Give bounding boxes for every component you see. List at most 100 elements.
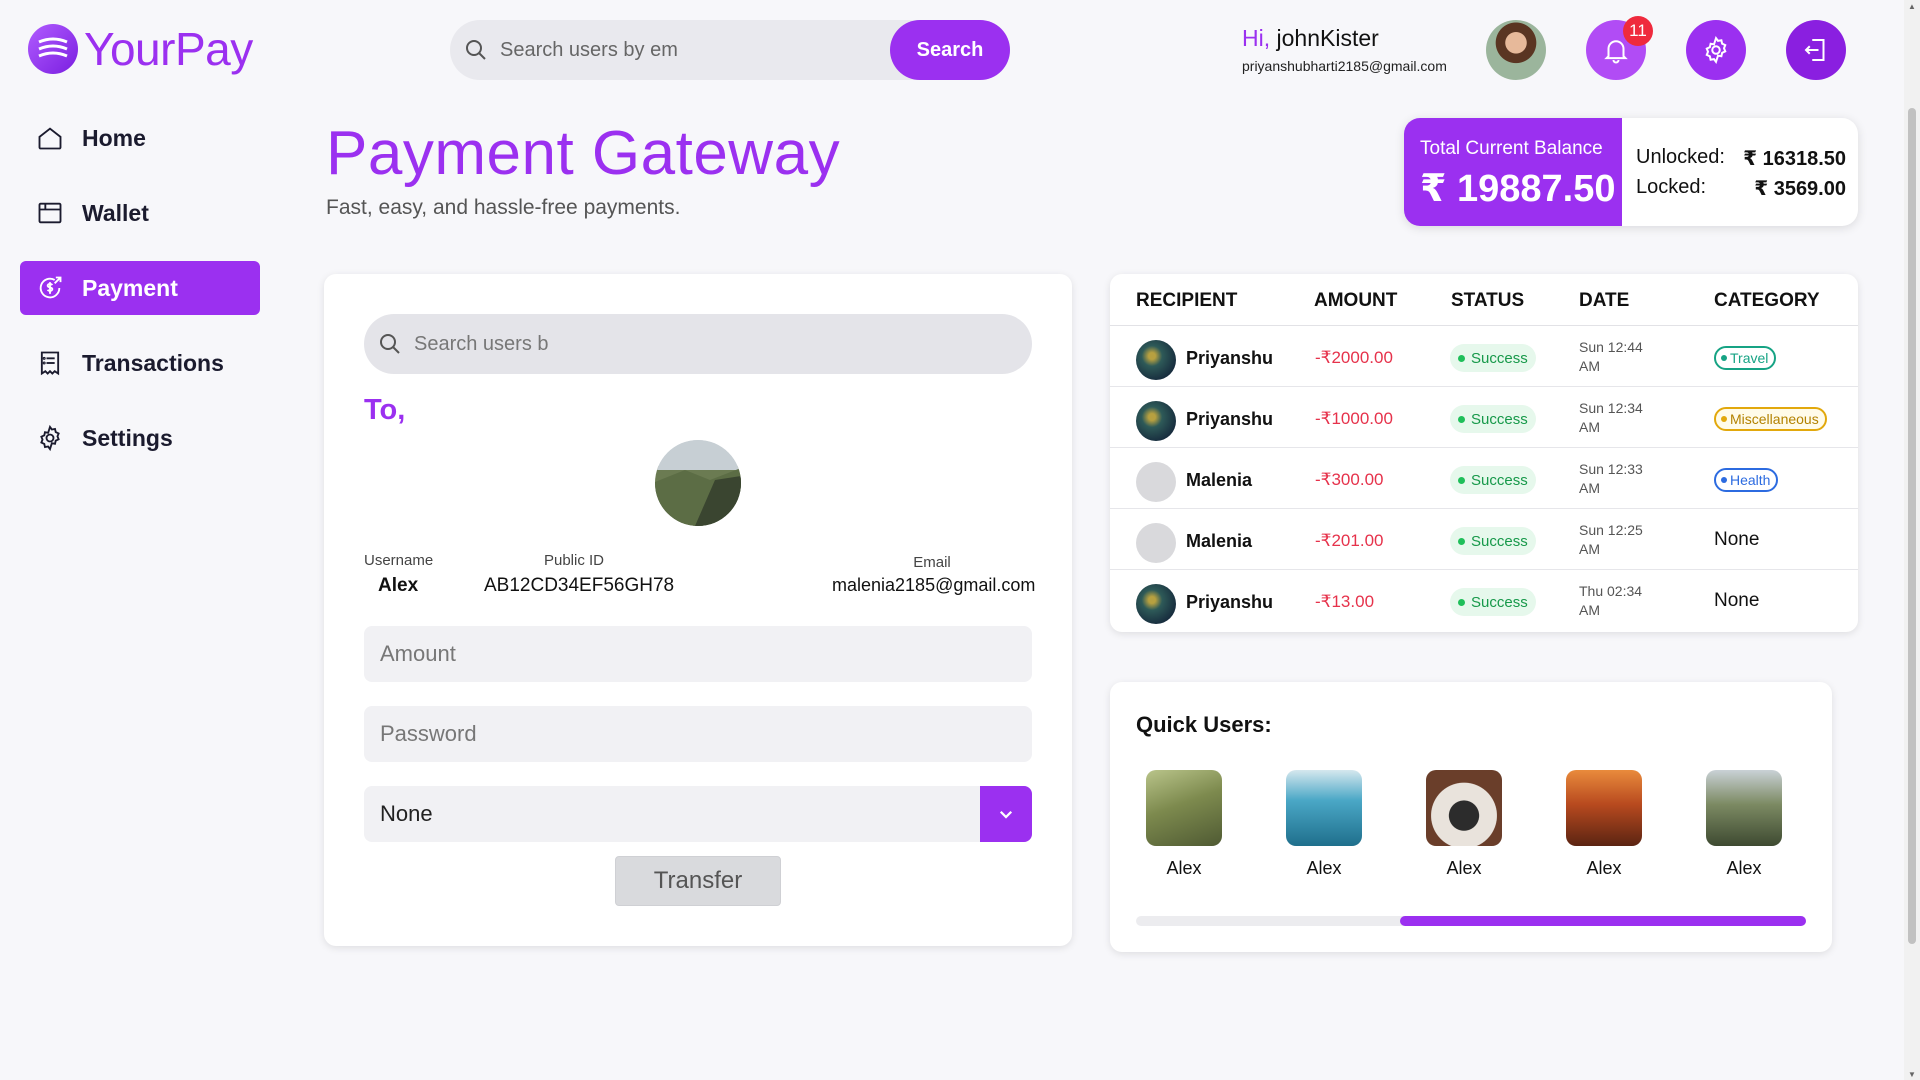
table-row[interactable]: Priyanshu -₹1000.00 Success Sun 12:34 AM… <box>1110 387 1858 448</box>
status-badge: Success <box>1450 344 1536 372</box>
app-logo[interactable]: YourPay <box>28 22 253 76</box>
amount: -₹201.00 <box>1315 531 1384 550</box>
status-badge: Success <box>1450 527 1536 555</box>
category-select[interactable]: None <box>364 786 1032 842</box>
recipient-name: Malenia <box>1186 531 1253 551</box>
username-value: Alex <box>378 575 419 596</box>
status-dot-icon <box>1458 354 1465 362</box>
quick-user-avatar <box>1566 770 1642 846</box>
quick-user[interactable]: Alex <box>1426 770 1502 879</box>
logout-icon <box>1801 35 1831 65</box>
category-badge: Health <box>1714 468 1779 492</box>
date: Sun 12:34 AM <box>1579 400 1643 435</box>
home-icon <box>36 124 64 152</box>
category-text: Health <box>1730 472 1771 488</box>
receipt-icon <box>36 349 64 377</box>
sidebar-item-label: Payment <box>82 274 178 301</box>
amount: -₹13.00 <box>1315 592 1375 611</box>
logout-button[interactable] <box>1786 20 1846 80</box>
public-id-label: Public ID <box>543 552 605 569</box>
search-button[interactable]: Search <box>890 20 1010 80</box>
search-icon <box>378 332 402 356</box>
transfer-button[interactable]: Transfer <box>615 856 781 906</box>
quick-user-name: Alex <box>1166 858 1202 878</box>
user-email: priyanshubharti2185@gmail.com <box>1242 58 1447 74</box>
quick-user-avatar <box>1706 770 1782 846</box>
status-text: Success <box>1471 593 1528 611</box>
table-row[interactable]: Malenia -₹201.00 Success Sun 12:25 AM No… <box>1110 509 1858 570</box>
column-header-date: DATE <box>1579 290 1630 311</box>
date: Sun 12:44 AM <box>1579 339 1643 374</box>
category-text: None <box>1714 590 1760 611</box>
settings-button[interactable] <box>1686 20 1746 80</box>
quick-user-name: Alex <box>1306 858 1342 878</box>
email-label: Email <box>913 554 951 571</box>
scroll-down-icon[interactable]: ▼ <box>1908 1070 1916 1079</box>
recipient-avatar <box>1136 584 1176 624</box>
amount-field[interactable] <box>364 626 1032 682</box>
public-id-info: Public ID AB12CD34EF56GH78 <box>484 552 675 597</box>
password-field[interactable] <box>364 706 1032 762</box>
category-dropdown-button[interactable] <box>980 786 1032 842</box>
gear-icon <box>1701 35 1731 65</box>
sidebar-item-payment[interactable]: Payment <box>20 261 260 315</box>
sidebar-item-label: Wallet <box>82 199 149 226</box>
username-info: Username Alex <box>364 552 434 597</box>
quick-user-name: Alex <box>1726 858 1762 878</box>
quick-users-scrollbar[interactable] <box>1136 916 1806 926</box>
table-row[interactable]: Priyanshu -₹2000.00 Success Sun 12:44 AM… <box>1110 326 1858 387</box>
sidebar-item-label: Transactions <box>82 349 224 376</box>
status-badge: Success <box>1450 466 1536 494</box>
table-row[interactable]: Priyanshu -₹13.00 Success Thu 02:34 AM N… <box>1110 570 1858 631</box>
quick-user-name: Alex <box>1446 858 1482 878</box>
public-id-value: AB12CD34EF56GH78 <box>484 575 675 596</box>
table-row[interactable]: Malenia -₹300.00 Success Sun 12:33 AM He… <box>1110 448 1858 509</box>
quick-user[interactable]: Alex <box>1566 770 1642 879</box>
amount: -₹300.00 <box>1315 470 1384 489</box>
scrollbar-thumb[interactable] <box>1400 916 1806 926</box>
user-search-input[interactable] <box>500 38 880 62</box>
column-header-status: STATUS <box>1451 290 1525 311</box>
sidebar-item-label: Settings <box>82 424 173 451</box>
search-icon <box>464 38 488 62</box>
user-greeting: Hi, johnKister <box>1242 25 1379 52</box>
sidebar-item-transactions[interactable]: Transactions <box>20 336 260 390</box>
page-subtitle: Fast, easy, and hassle-free payments. <box>326 196 681 219</box>
sidebar-item-label: Home <box>82 124 146 151</box>
scroll-up-icon[interactable]: ▲ <box>1908 2 1916 11</box>
locked-value: ₹ 3569.00 <box>1754 178 1846 200</box>
recipient-search-input[interactable] <box>414 332 974 356</box>
recipient-avatar <box>1136 462 1176 502</box>
recipient-avatar <box>1136 340 1176 380</box>
category-selected-value: None <box>380 801 433 826</box>
sidebar-item-wallet[interactable]: Wallet <box>20 186 260 240</box>
locked-label: Locked: <box>1636 176 1707 198</box>
page-scrollbar-thumb[interactable] <box>1908 108 1916 944</box>
status-dot-icon <box>1458 476 1465 484</box>
status-text: Success <box>1471 349 1528 367</box>
quick-user[interactable]: Alex <box>1146 770 1222 879</box>
sidebar-item-settings[interactable]: Settings <box>20 411 260 465</box>
recipient-name: Priyanshu <box>1186 592 1274 612</box>
quick-user[interactable]: Alex <box>1286 770 1362 879</box>
status-text: Success <box>1471 471 1528 489</box>
quick-user-avatar <box>1426 770 1502 846</box>
category-badge: Miscellaneous <box>1714 407 1827 431</box>
status-dot-icon <box>1458 415 1465 423</box>
quick-user-name: Alex <box>1586 858 1622 878</box>
recipient-name: Priyanshu <box>1186 409 1274 429</box>
category-dot-icon <box>1721 416 1727 422</box>
status-text: Success <box>1471 410 1528 428</box>
sidebar-item-home[interactable]: Home <box>20 111 260 165</box>
chevron-down-icon <box>997 805 1015 823</box>
page-scrollbar[interactable]: ▲ ▼ <box>1904 0 1920 1080</box>
category-dot-icon <box>1721 477 1727 483</box>
column-header-amount: AMOUNT <box>1314 290 1398 311</box>
user-avatar[interactable] <box>1486 20 1546 80</box>
status-dot-icon <box>1458 537 1465 545</box>
gear-icon <box>36 424 64 452</box>
recipient-search-bar <box>364 314 1032 374</box>
quick-user[interactable]: Alex <box>1706 770 1782 879</box>
app-name: YourPay <box>84 23 253 75</box>
recipient-name: Priyanshu <box>1186 348 1274 368</box>
